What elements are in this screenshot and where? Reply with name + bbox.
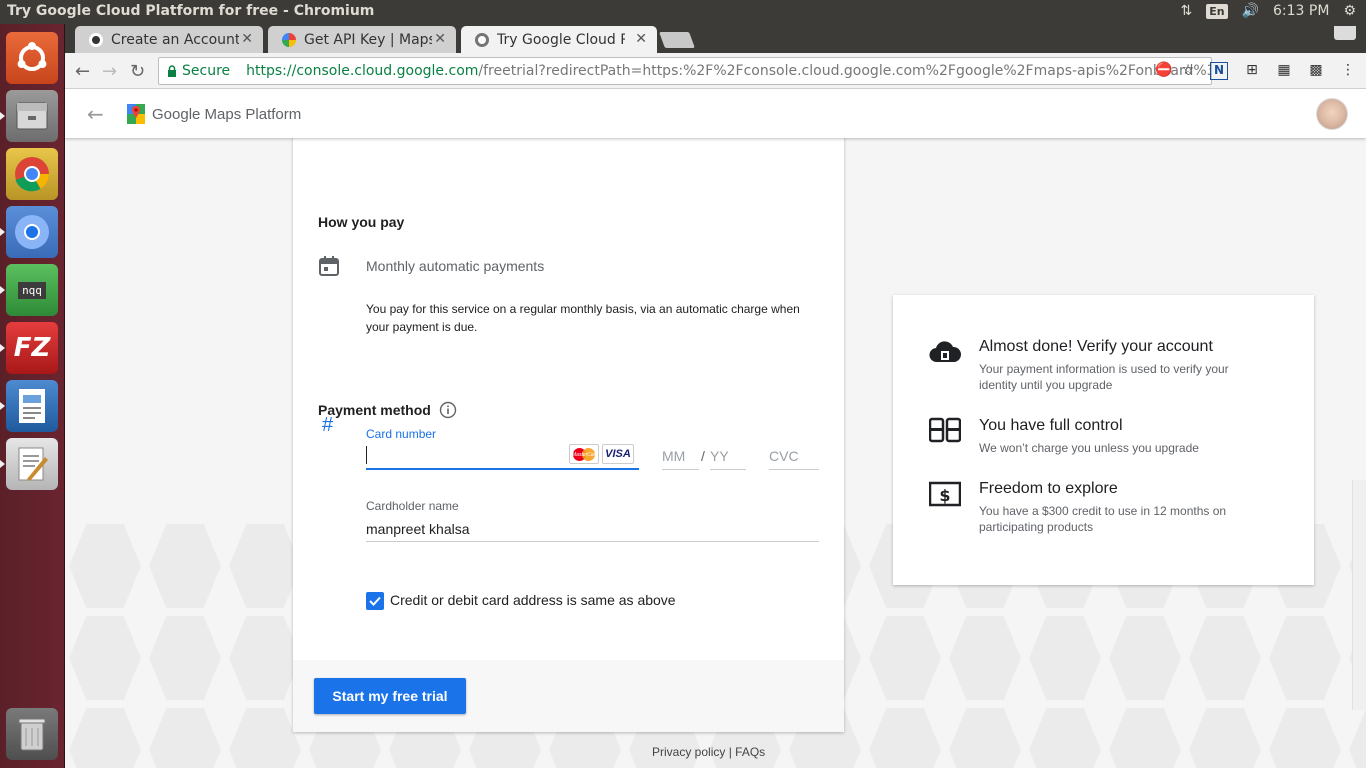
payment-type: Monthly automatic payments (366, 258, 545, 274)
trash-icon[interactable] (6, 708, 58, 760)
payment-description: You pay for this service on a regular mo… (366, 302, 800, 334)
info-icon[interactable] (439, 401, 457, 419)
filezilla-icon[interactable]: FZ (0, 322, 58, 374)
tab-strip: Create an Account - ✕ Get API Key | Maps… (65, 24, 1366, 53)
text-editor-icon[interactable] (0, 438, 58, 490)
keyboard-layout-indicator[interactable]: En (1206, 3, 1228, 19)
payment-method-heading: Payment method (318, 402, 431, 418)
extension-qr-icon[interactable]: ▩ (1307, 62, 1325, 80)
footer-links: Privacy policy | FAQs (652, 745, 766, 759)
tab-favicon-icon (475, 32, 489, 47)
cloud-lock-icon (929, 341, 961, 363)
window-title: Try Google Cloud Platform for free - Chr… (7, 3, 375, 19)
expiry-month-field[interactable]: MM (662, 442, 699, 470)
tab-get-api-key[interactable]: Get API Key | Maps ✕ (268, 26, 456, 53)
url-path: /freetrial?redirectPath=https:%2F%2Fcons… (478, 63, 1212, 79)
checkmark-icon (369, 596, 381, 606)
address-bar[interactable]: Secure https://console.cloud.google.com /… (158, 57, 1212, 85)
same-address-checkbox[interactable] (366, 592, 384, 610)
files-icon[interactable] (0, 90, 58, 142)
chromium-icon[interactable] (0, 206, 58, 258)
reload-icon[interactable]: ↻ (130, 61, 145, 82)
blocked-content-icon[interactable]: ⛔ (1155, 62, 1173, 80)
privacy-policy-link[interactable]: Privacy policy (652, 745, 725, 759)
brand-name: Google Maps Platform (152, 106, 302, 123)
toggles-icon (929, 417, 961, 443)
secure-indicator[interactable]: Secure (167, 63, 230, 79)
extension-n-icon[interactable]: N (1210, 62, 1228, 80)
hash-icon: # (322, 414, 334, 436)
card-number-field[interactable]: MasterCard VISA (366, 442, 639, 470)
back-arrow-icon[interactable]: ← (87, 102, 104, 126)
google-maps-logo-icon (127, 104, 145, 124)
extension-grid-icon[interactable]: ▦ (1275, 62, 1293, 80)
page-content: ← Google Maps Platform How you pay Month… (65, 90, 1366, 768)
tab-favicon-icon (282, 32, 296, 47)
nqq-icon[interactable]: nqq (0, 264, 58, 316)
back-arrow-icon[interactable]: ← (75, 61, 90, 82)
page-scrollbar[interactable] (1352, 480, 1366, 710)
network-icon[interactable]: ⇅ (1180, 3, 1192, 19)
text-cursor (366, 446, 367, 464)
new-tab-button[interactable] (659, 32, 695, 48)
system-tray: ⇅ En 🔊 6:13 PM ⚙ (1180, 3, 1356, 19)
top-panel: Try Google Cloud Platform for free - Chr… (0, 0, 1366, 24)
tab-close-icon[interactable]: ✕ (635, 31, 647, 47)
svg-text:$: $ (939, 486, 950, 505)
visa-logo-icon: VISA (602, 444, 634, 464)
card-number-label: Card number (366, 427, 437, 441)
url-host: https://console.cloud.google.com (246, 63, 479, 79)
tab-close-icon[interactable]: ✕ (241, 31, 253, 47)
lock-icon (168, 65, 176, 77)
expiry-year-field[interactable]: YY (710, 442, 746, 470)
tab-try-google-cloud[interactable]: Try Google Cloud Pla ✕ (461, 26, 657, 53)
window-menu-icon[interactable] (1334, 26, 1356, 40)
payment-form-card: How you pay Monthly automatic payments Y… (293, 130, 844, 732)
calendar-icon (319, 256, 339, 276)
cardholder-label: Cardholder name (366, 499, 459, 513)
extension-ruler-icon[interactable]: ⊞ (1243, 62, 1261, 80)
maps-platform-appbar: ← Google Maps Platform (65, 90, 1366, 138)
volume-icon[interactable]: 🔊 (1242, 3, 1259, 19)
mastercard-logo-icon: MasterCard (569, 444, 599, 464)
faqs-link[interactable]: FAQs (735, 745, 765, 759)
bookmark-star-icon[interactable]: ☆ (1179, 62, 1197, 80)
settings-gear-icon[interactable]: ⚙ (1343, 3, 1356, 19)
browser-toolbar: ← → ↻ Secure https://console.cloud.googl… (65, 53, 1366, 89)
browser-menu-icon[interactable]: ⋮ (1339, 62, 1357, 80)
ubuntu-dash-icon[interactable] (6, 32, 58, 84)
chrome-icon[interactable] (6, 148, 58, 200)
forward-arrow-icon[interactable]: → (102, 61, 117, 82)
tab-close-icon[interactable]: ✕ (434, 31, 446, 47)
same-address-label[interactable]: Credit or debit card address is same as … (390, 592, 676, 608)
tab-create-account[interactable]: Create an Account - ✕ (75, 26, 263, 53)
cvc-field[interactable]: CVC (769, 442, 819, 470)
clock[interactable]: 6:13 PM (1273, 3, 1329, 19)
writer-icon[interactable] (0, 380, 58, 432)
chromium-window: Create an Account - ✕ Get API Key | Maps… (65, 24, 1366, 768)
how-you-pay-heading: How you pay (318, 214, 405, 230)
cardholder-name-field[interactable]: manpreet khalsa (366, 514, 819, 542)
tab-favicon-icon (89, 32, 103, 47)
ubuntu-launcher: nqq FZ (0, 24, 65, 768)
start-free-trial-button[interactable]: Start my free trial (314, 678, 466, 714)
form-footer: Start my free trial (293, 660, 844, 732)
dollar-bill-icon: $ (929, 481, 961, 507)
trial-info-card: Almost done! Verify your account Your pa… (893, 295, 1314, 585)
account-avatar[interactable] (1316, 98, 1348, 130)
